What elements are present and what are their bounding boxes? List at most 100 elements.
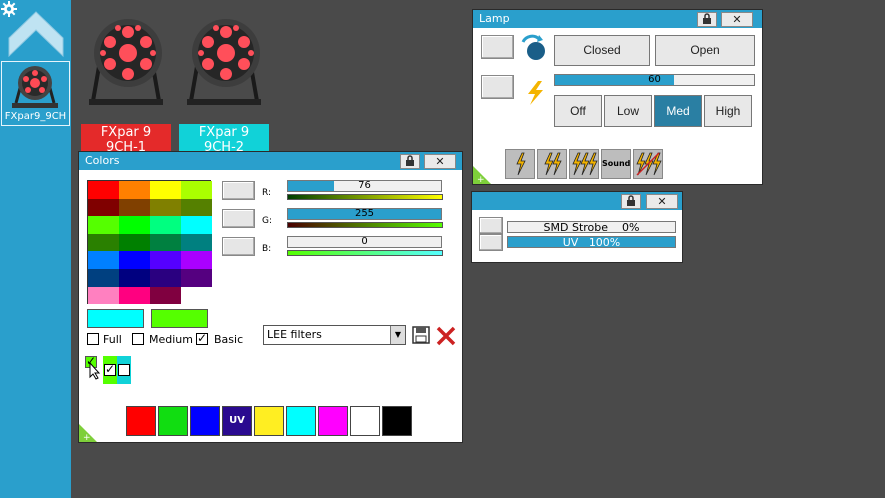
speed-high-button[interactable]: High xyxy=(704,95,752,127)
color-palette xyxy=(87,180,212,305)
palette-color-cell[interactable] xyxy=(119,269,150,287)
shutter-open-button[interactable]: Open xyxy=(655,35,755,66)
speed-low-button[interactable]: Low xyxy=(604,95,652,127)
close-icon: ✕ xyxy=(657,195,667,208)
palette-color-cell[interactable] xyxy=(88,286,119,305)
green-reset-button[interactable] xyxy=(222,209,255,228)
secondary-color-swatch[interactable] xyxy=(151,309,208,328)
lock-button[interactable] xyxy=(621,194,641,209)
palette-color-cell[interactable] xyxy=(150,233,181,252)
effect-double-button[interactable] xyxy=(537,149,567,179)
palette-color-cell[interactable] xyxy=(88,233,119,252)
dimmer-reset-button[interactable] xyxy=(481,75,514,99)
fixture-2[interactable]: FXpar 9 9CH-2 xyxy=(179,15,269,156)
fixture-sidebar: FXpar9_9CH xyxy=(0,0,71,498)
effect-single-button[interactable] xyxy=(505,149,535,179)
palette-color-cell[interactable] xyxy=(88,181,119,199)
palette-color-cell[interactable] xyxy=(181,269,212,287)
close-button[interactable]: ✕ xyxy=(721,12,753,27)
add-icon[interactable]: + xyxy=(79,424,97,442)
red-value: 76 xyxy=(358,180,371,191)
sidebar-fixture-item[interactable]: FXpar9_9CH xyxy=(1,61,70,126)
uv-slider[interactable]: UV 100% xyxy=(507,236,676,249)
palette-color-cell[interactable] xyxy=(88,216,119,234)
green-slider[interactable]: 255 xyxy=(287,208,442,220)
basic-checkbox[interactable] xyxy=(196,331,208,345)
effect-triple-button[interactable] xyxy=(569,149,599,179)
palette-color-cell[interactable] xyxy=(88,251,119,269)
dimmer-slider[interactable]: 60 xyxy=(554,74,755,86)
quick-color-swatch[interactable] xyxy=(318,406,348,436)
palette-color-cell[interactable] xyxy=(181,286,212,305)
effect-sound-button[interactable]: Sound xyxy=(601,149,631,179)
palette-color-cell[interactable] xyxy=(181,233,212,252)
strobe-slider[interactable]: SMD Strobe 0% xyxy=(507,221,676,234)
uv-value: 100% xyxy=(588,236,621,249)
palette-color-cell[interactable] xyxy=(150,216,181,234)
uv-text: UV 100% xyxy=(508,236,675,249)
palette-color-cell[interactable] xyxy=(181,251,212,269)
full-checkbox[interactable] xyxy=(87,333,99,345)
chevron-down-icon[interactable]: ▼ xyxy=(390,326,405,344)
quick-color-swatch[interactable] xyxy=(350,406,380,436)
palette-color-cell[interactable] xyxy=(150,181,181,199)
shutter-closed-button[interactable]: Closed xyxy=(554,35,650,66)
palette-color-cell[interactable] xyxy=(150,251,181,269)
palette-color-cell[interactable] xyxy=(150,269,181,287)
quick-color-swatch[interactable] xyxy=(126,406,156,436)
palette-color-cell[interactable] xyxy=(88,269,119,287)
quick-color-swatch[interactable] xyxy=(190,406,220,436)
lock-icon xyxy=(627,195,635,206)
palette-color-cell[interactable] xyxy=(119,181,150,199)
primary-color-swatch[interactable] xyxy=(87,309,144,328)
filter-select[interactable]: LEE filters ▼ xyxy=(263,325,406,345)
palette-color-cell[interactable] xyxy=(119,233,150,252)
palette-color-cell[interactable] xyxy=(88,198,119,217)
palette-color-cell[interactable] xyxy=(119,216,150,234)
channel-checkbox-2[interactable] xyxy=(118,364,130,376)
shutter-reset-button[interactable] xyxy=(481,35,514,59)
palette-color-cell[interactable] xyxy=(119,286,150,305)
lamp-panel: Lamp ✕ Closed Open 60 Off Low Med High Soun… xyxy=(472,9,763,185)
effect-random-button[interactable] xyxy=(633,149,663,179)
strobe-reset-button[interactable] xyxy=(479,217,503,234)
channel-checkbox-1[interactable] xyxy=(104,362,116,376)
full-label: Full xyxy=(103,333,122,346)
lock-button[interactable] xyxy=(697,12,717,27)
lock-button[interactable] xyxy=(400,154,420,169)
basic-label: Basic xyxy=(214,333,244,346)
add-icon[interactable]: + xyxy=(473,166,491,184)
palette-color-cell[interactable] xyxy=(181,181,212,199)
lamp-titlebar[interactable]: Lamp xyxy=(473,10,762,28)
quick-color-swatch[interactable]: UV xyxy=(222,406,252,436)
palette-color-cell[interactable] xyxy=(119,198,150,217)
close-button[interactable]: ✕ xyxy=(424,154,456,169)
blue-slider[interactable]: 0 xyxy=(287,236,442,248)
palette-color-cell[interactable] xyxy=(181,216,212,234)
medium-checkbox[interactable] xyxy=(132,333,144,345)
uv-reset-button[interactable] xyxy=(479,234,503,251)
quick-color-swatch[interactable] xyxy=(254,406,284,436)
fixture-1[interactable]: FXpar 9 9CH-1 xyxy=(81,15,171,156)
quick-color-swatch[interactable] xyxy=(382,406,412,436)
strobe-text: SMD Strobe 0% xyxy=(508,221,675,234)
save-icon[interactable] xyxy=(412,326,430,344)
medium-label: Medium xyxy=(149,333,193,346)
green-value: 255 xyxy=(354,208,375,219)
quick-color-swatch[interactable] xyxy=(158,406,188,436)
red-reset-button[interactable] xyxy=(222,181,255,200)
palette-color-cell[interactable] xyxy=(150,286,181,305)
delete-icon[interactable] xyxy=(435,325,457,347)
cursor-icon xyxy=(89,362,101,380)
close-button[interactable]: ✕ xyxy=(646,194,678,209)
speed-med-button[interactable]: Med xyxy=(654,95,702,127)
palette-color-cell[interactable] xyxy=(181,198,212,217)
palette-color-cell[interactable] xyxy=(150,198,181,217)
quick-color-swatch[interactable] xyxy=(286,406,316,436)
up-arrow-icon[interactable] xyxy=(7,10,65,58)
speed-off-button[interactable]: Off xyxy=(554,95,602,127)
red-slider[interactable]: 76 xyxy=(287,180,442,192)
blue-reset-button[interactable] xyxy=(222,237,255,256)
palette-color-cell[interactable] xyxy=(119,251,150,269)
lightning-icon xyxy=(572,152,598,176)
